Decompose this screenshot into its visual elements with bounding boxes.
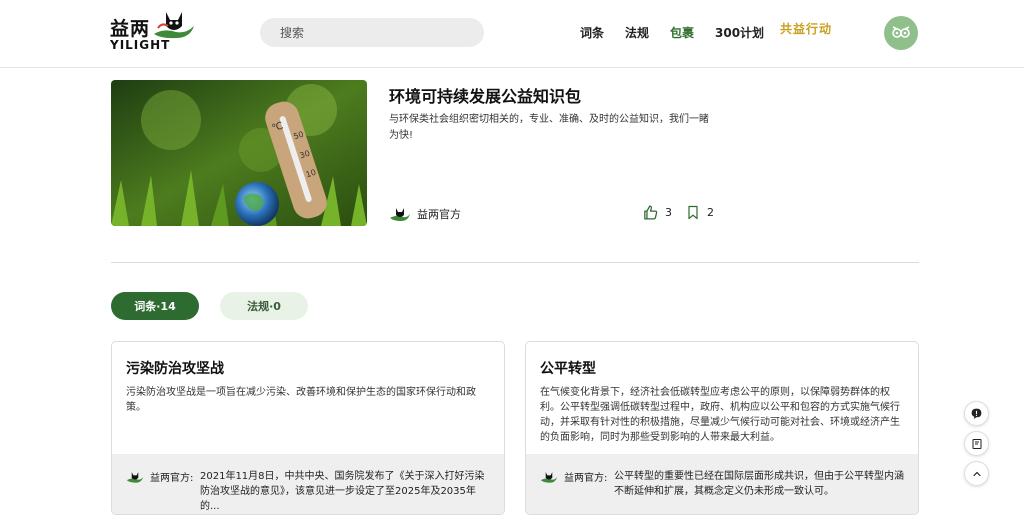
cat-author-icon [126, 471, 144, 483]
nav-item-packages[interactable]: 包裹 [670, 24, 694, 41]
package-description: 与环保类社会组织密切相关的，专业、准确、及时的公益知识，我们一睹为快! [389, 114, 709, 141]
nav-item-action[interactable]: 共益行动 [780, 20, 832, 37]
bookmark-icon [688, 205, 698, 220]
like-count: 3 [665, 206, 672, 219]
chevron-up-icon [972, 471, 981, 476]
user-avatar[interactable] [884, 16, 918, 50]
entry-card-author-name: 益两官方: [564, 473, 608, 484]
entry-card[interactable]: 污染防治攻坚战 污染防治攻坚战是一项旨在减少污染、改善环境和保护生态的国家环保行… [111, 341, 505, 515]
nav-item-300-plan[interactable]: 300计划 [715, 24, 764, 41]
like-button[interactable]: 3 [642, 204, 672, 221]
entry-card-footer: 益两官方: 2021年11月8日，中共中央、国务院发布了《关于深入打好污染防治攻… [112, 454, 504, 514]
package-cover-image: ℃ 50 30 10 [111, 80, 367, 226]
back-to-top-button[interactable] [964, 461, 989, 486]
cat-author-icon [540, 471, 558, 483]
logo-text-cn: 益两 [110, 18, 151, 40]
entry-card-body: 在气候变化背景下，经济社会低碳转型应考虑公平的原则，以保障弱势群体的权利。公平转… [540, 387, 900, 443]
cat-mascot-icon [154, 12, 194, 39]
entry-card[interactable]: 公平转型 在气候变化背景下，经济社会低碳转型应考虑公平的原则，以保障弱势群体的权… [525, 341, 919, 515]
bookmark-button[interactable]: 2 [685, 204, 714, 221]
package-author[interactable]: 益两官方 [389, 206, 461, 222]
section-divider [111, 262, 919, 263]
entry-card-note: 公平转型的重要性已经在国际层面形成共识，但由于公平转型内涵不断延伸和扩展，其概念… [614, 471, 904, 497]
entry-card-author: 益两官方: [540, 469, 607, 484]
owl-avatar-icon [892, 26, 910, 38]
nav-item-regulations[interactable]: 法规 [625, 24, 649, 41]
reading-list-button[interactable] [964, 431, 989, 456]
entry-card-author: 益两官方: [126, 469, 193, 484]
package-author-name: 益两官方 [417, 208, 461, 221]
tab-entries[interactable]: 词条·14 [111, 292, 199, 320]
chat-button[interactable] [964, 401, 989, 426]
nav-item-entries[interactable]: 词条 [580, 24, 604, 41]
package-title: 环境可持续发展公益知识包 [389, 87, 582, 106]
entry-card-title: 公平转型 [540, 361, 596, 377]
logo[interactable]: 益两 YILIGHT [110, 8, 200, 58]
cat-author-icon [390, 208, 410, 221]
book-icon [972, 438, 981, 449]
entry-card-body: 污染防治攻坚战是一项旨在减少污染、改善环境和保护生态的国家环保行动和政策。 [126, 387, 476, 413]
thumbs-up-icon [644, 205, 658, 220]
bookmark-count: 2 [707, 206, 714, 219]
entry-card-note: 2021年11月8日，中共中央、国务院发布了《关于深入打好污染防治攻坚战的意见》… [200, 471, 485, 512]
tab-regulations[interactable]: 法规·0 [220, 292, 308, 320]
top-bar: 益两 YILIGHT 词条 法规 包裹 300计划 共益行动 [0, 0, 1024, 68]
chat-icon [971, 408, 982, 419]
entry-card-title: 污染防治攻坚战 [126, 361, 224, 377]
entry-card-author-name: 益两官方: [150, 473, 194, 484]
search-input[interactable] [260, 18, 484, 47]
entry-card-footer: 益两官方: 公平转型的重要性已经在国际层面形成共识，但由于公平转型内涵不断延伸和… [526, 454, 918, 514]
